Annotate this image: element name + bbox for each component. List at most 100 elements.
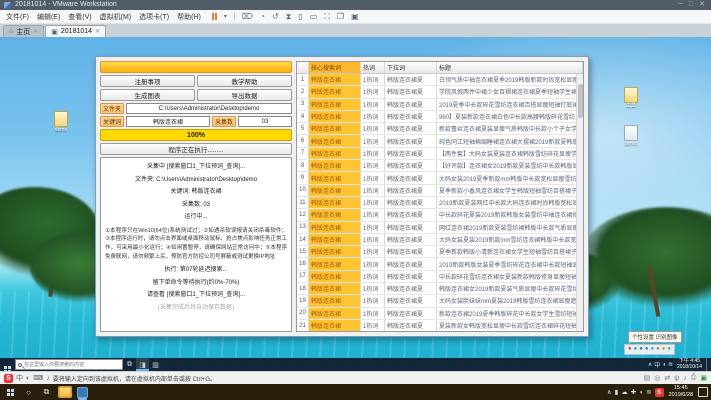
ime-icon[interactable]: 中 [654, 360, 660, 369]
table-row[interactable]: 16 韩版连衣裙 1热词 韩版连衣裙夏 2019新款韩版女装夏季雪纺碎花连衣裙中… [297, 258, 583, 270]
host-start-button[interactable] [3, 385, 18, 399]
menu-t[interactable]: 选项卡(T) [139, 12, 169, 22]
sound-icon[interactable]: ♪ [683, 375, 687, 382]
keyword-input[interactable]: 韩版连衣裙 [126, 116, 210, 127]
close-button[interactable]: ✕ [699, 0, 707, 10]
table-row[interactable]: 3 韩版连衣裙 1热词 韩版连衣裙夏 2019夏季中长款碎花雪纺连衣裙百搭显瘦短… [297, 99, 583, 111]
menu-e[interactable]: 编辑(E) [37, 12, 60, 22]
antivirus-icon[interactable]: ✚ [631, 388, 636, 396]
update-icon[interactable]: ● [634, 345, 638, 354]
host-task-view-button[interactable]: ⧉ [39, 385, 54, 399]
table-row[interactable]: 6 韩版连衣裙 1热词 韩版连衣裙夏 纯色同江短袖棉绸睡裙连衣裙大摆裙2019新… [297, 135, 583, 147]
table-row[interactable]: 21 韩版连衣裙 1热词 韩版连衣裙夏 夏装新款女韩版宽松显瘦中长款雪纺连衣裙碎… [297, 320, 583, 331]
scrollbar-thumb[interactable] [578, 84, 583, 118]
count-input[interactable]: 03 [238, 116, 292, 127]
unity-mode-icon[interactable]: ❒ [337, 12, 344, 22]
col-header-core-keyword[interactable]: 核心搜索词 [309, 62, 361, 73]
desktop-icon-tools[interactable]: 工具 [616, 87, 646, 110]
table-row[interactable]: 2 韩版连衣裙 1热词 韩版连衣裙夏 学院风假两件中裙少女百褶裙连衣裙夏季短袖学… [297, 86, 583, 98]
printer-icon[interactable]: ⎙ [691, 374, 697, 382]
desktop-icon-demo[interactable]: demo [46, 111, 76, 134]
minimize-button[interactable]: ─ [678, 0, 685, 10]
msg-icon[interactable]: ● [667, 345, 671, 354]
network-icon[interactable]: ≋ [668, 361, 673, 368]
maximize-button[interactable]: □ [689, 0, 695, 10]
table-row[interactable]: 1 韩版连衣裙 1热词 韩版连衣裙夏 白领气质中袖连衣裙夏季2019韩版新款时尚… [297, 74, 583, 86]
sogou-icon[interactable]: ● [628, 345, 632, 354]
menu-f[interactable]: 文件(F) [6, 12, 29, 22]
usb-tray-icon[interactable]: ● [656, 345, 660, 354]
guest-search-box[interactable]: 在这里输入你要搜索的内容 [15, 359, 123, 370]
ime-mic-icon[interactable]: ♪ [46, 375, 50, 382]
cdrom-icon[interactable]: ◎ [654, 374, 660, 382]
ime-keyboard-icon[interactable]: ⌨ [33, 374, 43, 382]
send-ctrl-alt-del-icon[interactable]: ⌦ [242, 12, 253, 22]
volume-icon[interactable]: ◖ [662, 362, 666, 368]
cloud-icon[interactable]: ● [651, 345, 655, 354]
display-icon[interactable]: ● [662, 345, 666, 354]
table-row[interactable]: 8 韩版连衣裙 1热词 韩版连衣裙夏 【好评款】连衣裙女2019新款夏装雪纺中长… [297, 160, 583, 172]
sogou-ime-icon[interactable]: S [655, 388, 664, 397]
host-clock[interactable]: 15:45 2019/6/28 [667, 385, 695, 398]
audio-device-icon[interactable]: ● [639, 345, 643, 354]
menu-m[interactable]: 虚拟机(M) [100, 12, 132, 22]
show-library-icon[interactable]: ▯ [298, 12, 302, 22]
table-row[interactable]: 12 韩版连衣裙 1热词 韩版连衣裙夏 中长款碎花夏装2019新款韩版女装雪纺中… [297, 209, 583, 221]
security-icon[interactable]: ● [645, 345, 649, 354]
vmware-taskbar-button[interactable] [75, 385, 90, 399]
taskbar-app-browser[interactable]: ◨ [136, 358, 149, 371]
guest-screen[interactable]: demo 工具 demo 注册事项 教学帮助 生成图表 [0, 37, 711, 371]
table-row[interactable]: 4 韩版连衣裙 1热词 韩版连衣裙夏 960】夏装新款连衣裙白色中长款高腰韩版碎… [297, 111, 583, 123]
table-row[interactable]: 18 韩版连衣裙 1热词 韩版连衣裙夏 韩版连衣裙女2019新款夏装气质显瘦中长… [297, 283, 583, 295]
help-button[interactable]: 教学帮助 [197, 75, 292, 87]
taskbar-app-explorer[interactable]: ▥ [149, 358, 162, 371]
menu-h[interactable]: 帮助(H) [177, 12, 201, 22]
generate-chart-button[interactable]: 生成图表 [100, 89, 195, 101]
register-button[interactable]: 注册事项 [100, 75, 195, 87]
usb-icon[interactable]: ψ [674, 375, 679, 382]
message-green-icon[interactable]: ▣ [700, 374, 707, 382]
col-header-dropdown[interactable]: 下拉词 [385, 62, 437, 73]
task-view-button[interactable]: ⧉ [123, 358, 136, 371]
battery-icon[interactable]: ▮ [615, 388, 619, 396]
ime-punct-icon[interactable]: ◐ [26, 375, 30, 382]
pause-dropdown-icon[interactable]: ▾ [224, 13, 227, 20]
network-icon[interactable]: ⇄ [664, 374, 670, 382]
chevron-up-icon[interactable]: ∧ [648, 361, 652, 368]
snapshot-manager-icon[interactable]: ⧗ [286, 12, 292, 22]
table-row[interactable]: 17 韩版连衣裙 1热词 韩版连衣裙夏 中长款碎花雪纺连衣裙女夏装新款韩版修身显… [297, 271, 583, 283]
tab-close-icon[interactable]: ✕ [33, 28, 38, 35]
ime-mode-icon[interactable]: 中 [16, 373, 23, 383]
console-view-icon[interactable]: ▭ [310, 12, 318, 22]
cortana-button[interactable]: ○ [21, 385, 36, 399]
sogou-ime-icon[interactable]: S [4, 374, 13, 383]
pause-vm-button[interactable] [212, 13, 217, 20]
file-explorer-button[interactable] [57, 385, 72, 399]
vmware-titlebar[interactable]: 20181014 - VMware Workstation ─ □ ✕ [0, 0, 711, 10]
table-row[interactable]: 20 韩版连衣裙 1热词 韩版连衣裙夏 新款连衣裙2019夏季韩版碎花中长款女学… [297, 308, 583, 320]
table-row[interactable]: 9 韩版连衣裙 1热词 韩版连衣裙夏 大码女装2019夏季新款mm韩版中长款宽松… [297, 172, 583, 184]
table-row[interactable]: 13 韩版连衣裙 1热词 韩版连衣裙夏 网红连衣裙2019新款夏装雪纺裙韩版中长… [297, 222, 583, 234]
tab-close-icon[interactable]: ✕ [95, 28, 100, 35]
desktop-icon-demo-file[interactable]: demo [616, 125, 646, 148]
table-row[interactable]: 10 韩版连衣裙 1热词 韩版连衣裙夏 夏季新款小香风连衣裙女学生韩版短袖雪纺百… [297, 185, 583, 197]
menu-v[interactable]: 查看(V) [68, 12, 91, 22]
fullscreen-icon[interactable]: ⛶ [324, 12, 330, 22]
show-desktop-button[interactable] [706, 358, 709, 371]
guest-clock[interactable]: 下午 4:45 2018/10/14 [675, 359, 704, 371]
table-row[interactable]: 14 韩版连衣裙 1热词 韩版连衣裙夏 大码女装夏装2019新款mm雪纺连衣裙韩… [297, 234, 583, 246]
table-row[interactable]: 7 韩版连衣裙 1热词 韩版连衣裙夏 【两件套】大码女装夏装连衣裙韩版雪纺碎花显… [297, 148, 583, 160]
table-row[interactable]: 11 韩版连衣裙 1热词 韩版连衣裙夏 2019新款夏装网红中长款大码连衣裙时尚… [297, 197, 583, 209]
export-data-button[interactable]: 导出数据 [197, 89, 292, 101]
execute-button[interactable]: 程序正在执行......... [100, 143, 292, 155]
table-row[interactable]: 15 韩版连衣裙 1热词 韩版连衣裙夏 夏季新款韩版小清新连衣裙女学生短袖雪纺百… [297, 246, 583, 258]
hdd-icon[interactable]: ▤ [644, 374, 651, 382]
tab-vm-20181014[interactable]: ▣ 20181014 ✕ [45, 25, 106, 37]
table-row[interactable]: 5 韩版连衣裙 1热词 韩版连衣裙夏 新款蕾丝连衣裙夏装显瘦气质韩版中长款小个子… [297, 123, 583, 135]
enhanced-keyboard-icon[interactable]: ▣ [351, 12, 359, 22]
table-scrollbar[interactable] [576, 74, 583, 331]
guest-start-button[interactable] [0, 356, 14, 372]
chevron-up-icon[interactable]: ∧ [607, 388, 612, 396]
table-row[interactable]: 19 韩版连衣裙 1热词 韩版连衣裙夏 大码女装胖妹妹mm夏装2019韩版雪纺连… [297, 295, 583, 307]
onedrive-icon[interactable]: ☁ [621, 388, 628, 396]
